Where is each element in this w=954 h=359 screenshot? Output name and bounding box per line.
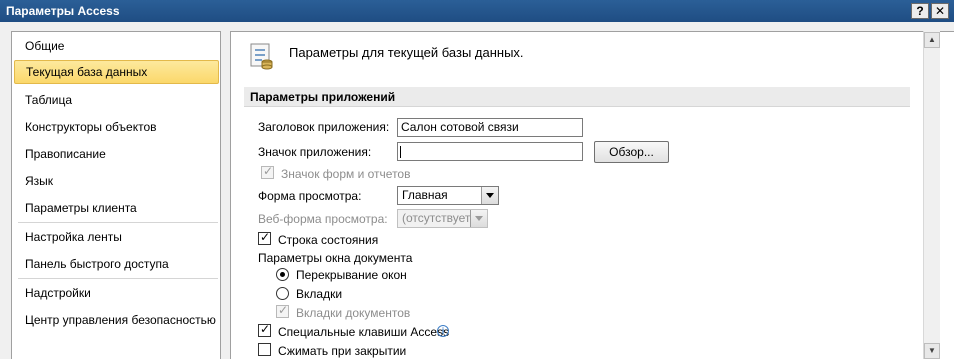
nav-item-language[interactable]: Язык bbox=[14, 169, 219, 193]
chevron-down-icon bbox=[470, 210, 487, 227]
database-settings-icon bbox=[250, 43, 273, 70]
scroll-up-icon[interactable]: ▲ bbox=[924, 32, 940, 48]
nav-item-current-database[interactable]: Текущая база данных bbox=[14, 60, 219, 84]
app-icon-label: Значок приложения: bbox=[258, 145, 372, 159]
browse-button[interactable]: Обзор... bbox=[594, 141, 669, 163]
chevron-down-icon bbox=[481, 187, 498, 204]
document-tabs-label: Вкладки документов bbox=[296, 306, 411, 320]
app-title-input[interactable]: Салон сотовой связи bbox=[397, 118, 583, 137]
check-icon: ✓ bbox=[260, 230, 271, 244]
check-icon: ✓ bbox=[260, 322, 271, 336]
app-title-label: Заголовок приложения: bbox=[258, 120, 390, 134]
close-button[interactable]: ✕ bbox=[931, 3, 949, 19]
window-title: Параметры Access bbox=[6, 4, 120, 18]
nav-item-general[interactable]: Общие bbox=[14, 34, 219, 58]
tabbed-documents-radio[interactable] bbox=[276, 287, 289, 300]
check-icon: ✓ bbox=[278, 303, 289, 317]
help-button[interactable]: ? bbox=[911, 3, 929, 19]
web-form-select[interactable]: (отсутствует) bbox=[397, 209, 488, 228]
form-report-icon-label: Значок форм и отчетов bbox=[281, 167, 411, 181]
title-bar: Параметры Access ? ✕ bbox=[0, 0, 954, 22]
info-icon[interactable]: i bbox=[437, 325, 449, 337]
nav-item-customize-ribbon[interactable]: Настройка ленты bbox=[14, 225, 219, 249]
vertical-scrollbar[interactable]: ▲ ▼ bbox=[923, 31, 940, 359]
document-tabs-checkbox[interactable]: ✓ bbox=[276, 303, 289, 318]
compact-on-close-checkbox[interactable] bbox=[258, 343, 271, 356]
text-caret bbox=[400, 146, 401, 158]
access-keys-label: Специальные клавиши Access bbox=[278, 325, 450, 339]
app-icon-input[interactable] bbox=[397, 142, 583, 161]
display-form-label: Форма просмотра: bbox=[258, 189, 362, 203]
nav-item-trust-center[interactable]: Центр управления безопасностью bbox=[14, 308, 219, 332]
access-keys-checkbox[interactable]: ✓ bbox=[258, 322, 271, 337]
compact-on-close-label: Сжимать при закрытии bbox=[278, 344, 407, 358]
nav-divider bbox=[18, 278, 218, 279]
doc-window-options-label: Параметры окна документа bbox=[258, 251, 413, 265]
section-title: Параметры приложений bbox=[250, 90, 396, 104]
nav-item-add-ins[interactable]: Надстройки bbox=[14, 281, 219, 305]
web-form-label: Веб-форма просмотра: bbox=[258, 212, 388, 226]
page-heading: Параметры для текущей базы данных. bbox=[289, 45, 524, 60]
tabbed-documents-label: Вкладки bbox=[296, 287, 343, 301]
overlapping-windows-label: Перекрывание окон bbox=[296, 268, 407, 282]
status-bar-label: Строка состояния bbox=[278, 233, 379, 247]
section-header: Параметры приложений bbox=[244, 87, 910, 107]
check-icon: ✓ bbox=[263, 164, 274, 178]
nav-item-proofing[interactable]: Правописание bbox=[14, 142, 219, 166]
radio-selected-dot bbox=[280, 272, 285, 277]
display-form-select[interactable]: Главная bbox=[397, 186, 499, 205]
access-options-dialog: Параметры Access ? ✕ Общие Текущая база … bbox=[0, 0, 954, 359]
nav-item-quick-access-toolbar[interactable]: Панель быстрого доступа bbox=[14, 252, 219, 276]
status-bar-checkbox[interactable]: ✓ bbox=[258, 230, 271, 245]
display-form-value: Главная bbox=[402, 188, 448, 202]
scroll-down-icon[interactable]: ▼ bbox=[924, 343, 940, 359]
nav-item-object-designers[interactable]: Конструкторы объектов bbox=[14, 115, 219, 139]
nav-item-client-settings[interactable]: Параметры клиента bbox=[14, 196, 219, 220]
web-form-value: (отсутствует) bbox=[402, 211, 475, 225]
overlapping-windows-radio[interactable] bbox=[276, 268, 289, 281]
nav-divider bbox=[18, 222, 218, 223]
nav-item-datasheet[interactable]: Таблица bbox=[14, 88, 219, 112]
form-report-icon-checkbox[interactable]: ✓ bbox=[261, 164, 274, 179]
options-nav: Общие Текущая база данных Таблица Констр… bbox=[11, 31, 221, 359]
